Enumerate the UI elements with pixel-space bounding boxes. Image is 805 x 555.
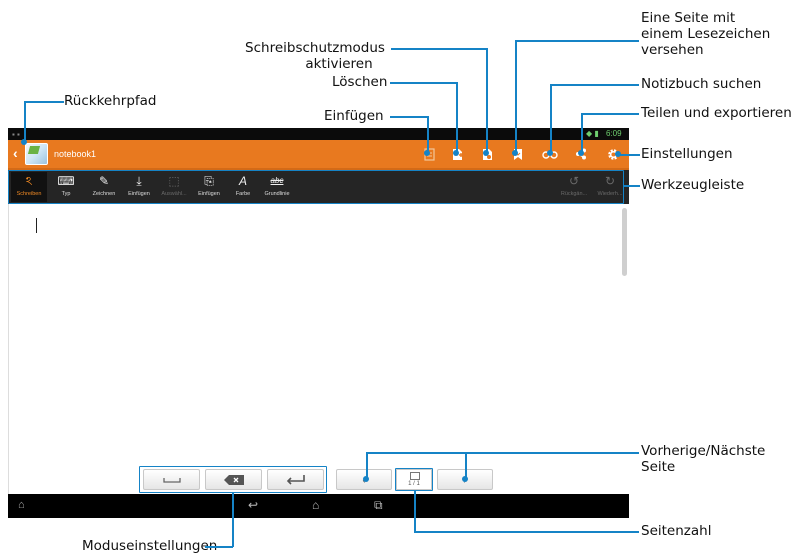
callout-moduseinstellungen: Moduseinstellungen: [82, 538, 218, 554]
callout-teilen: Teilen und exportieren: [641, 105, 792, 121]
leader-next-v: [465, 452, 467, 478]
wifi-battery-icon: ◆ ▮: [586, 129, 599, 138]
leader-rueckkehrpfad: [24, 101, 64, 103]
callout-vorherige-naechste: Vorherige/Nächste Seite: [641, 443, 765, 475]
notebook-title: notebook1: [54, 149, 97, 159]
notification-icon: ▪ ▪: [12, 130, 20, 139]
leader-einfuegen: [390, 116, 428, 118]
leader-vorherige: [366, 452, 639, 454]
callout-lesezeichen: Eine Seite mit einem Lesezeichen versehe…: [641, 10, 770, 58]
leader-loeschen: [390, 82, 456, 84]
leader-einfuegen-v: [427, 116, 429, 153]
callout-vorherige-line1: Vorherige/Nächste: [641, 443, 766, 459]
leader-loeschen-dot: [453, 150, 459, 156]
leader-lesezeichen-dot: [512, 150, 518, 156]
callout-loeschen: Löschen: [332, 74, 388, 90]
back-icon[interactable]: ‹: [13, 145, 18, 161]
notebook-app-icon[interactable]: [25, 143, 48, 165]
leader-notizbuch-dot: [547, 150, 553, 156]
callout-lesezeichen-line1: Eine Seite mit: [641, 10, 736, 26]
status-bar: ▪ ▪ ◆ ▮ 6:09: [8, 128, 629, 140]
leader-teilen-dot: [578, 150, 584, 156]
leader-rueckkehrpfad-dot: [21, 139, 27, 145]
leader-prev-v: [366, 452, 368, 478]
callout-schreibschutz: Schreibschutzmodus aktivieren: [240, 40, 390, 72]
leader-schreibschutz-v: [486, 48, 488, 153]
leader-werkzeugleiste: [624, 185, 640, 187]
callout-werkzeugleiste: Werkzeugleiste: [641, 177, 745, 193]
callout-vorherige-line2: Seite: [641, 459, 676, 475]
leader-schreibschutz-dot: [483, 150, 489, 156]
action-bar: ‹ notebook1: [8, 140, 629, 168]
callout-schreibschutz-line1: Schreibschutzmodus: [245, 40, 385, 56]
leader-rueckkehrpfad-v: [24, 101, 26, 141]
callout-notizbuch-suchen: Notizbuch suchen: [641, 76, 762, 92]
mode-settings-highlight: [139, 466, 327, 493]
leader-moduseinstellungen: [205, 546, 233, 548]
callout-schreibschutz-line2: aktivieren: [305, 56, 373, 72]
callout-rueckkehrpfad: Rückkehrpfad: [64, 93, 157, 109]
leader-einfuegen-dot: [424, 150, 430, 156]
leader-teilen: [581, 113, 639, 115]
leader-schreibschutz: [391, 48, 487, 50]
callout-einstellungen: Einstellungen: [641, 146, 733, 162]
leader-einstellungen: [618, 154, 640, 156]
leader-seitenzahl: [414, 531, 639, 533]
callout-lesezeichen-line3: versehen: [641, 42, 704, 58]
leader-notizbuch: [550, 84, 639, 86]
leader-seitenzahl-v: [414, 491, 416, 531]
callout-lesezeichen-line2: einem Lesezeichen: [641, 26, 771, 42]
back-nav-icon[interactable]: ↩: [248, 498, 258, 512]
callout-seitenzahl: Seitenzahl: [641, 523, 712, 539]
leader-einstellungen-dot: [615, 151, 621, 157]
home-nav-icon[interactable]: ⌂: [312, 498, 319, 512]
leader-loeschen-v: [456, 82, 458, 153]
text-cursor: [36, 218, 37, 233]
callout-einfuegen: Einfügen: [324, 108, 384, 124]
scrollbar[interactable]: [622, 208, 627, 276]
toolbar-highlight: [8, 170, 624, 204]
status-time: 6:09: [606, 129, 622, 138]
leader-moduseinstellungen-v: [232, 493, 234, 547]
leader-lesezeichen: [515, 40, 639, 42]
recent-apps-shortcut-icon[interactable]: ⌂: [18, 499, 25, 511]
leader-notizbuch-v: [550, 84, 552, 153]
page-number-highlight: [395, 468, 433, 491]
leader-lesezeichen-v: [515, 40, 517, 153]
recent-apps-icon[interactable]: ⧉: [374, 498, 383, 512]
leader-teilen-v: [581, 113, 583, 153]
